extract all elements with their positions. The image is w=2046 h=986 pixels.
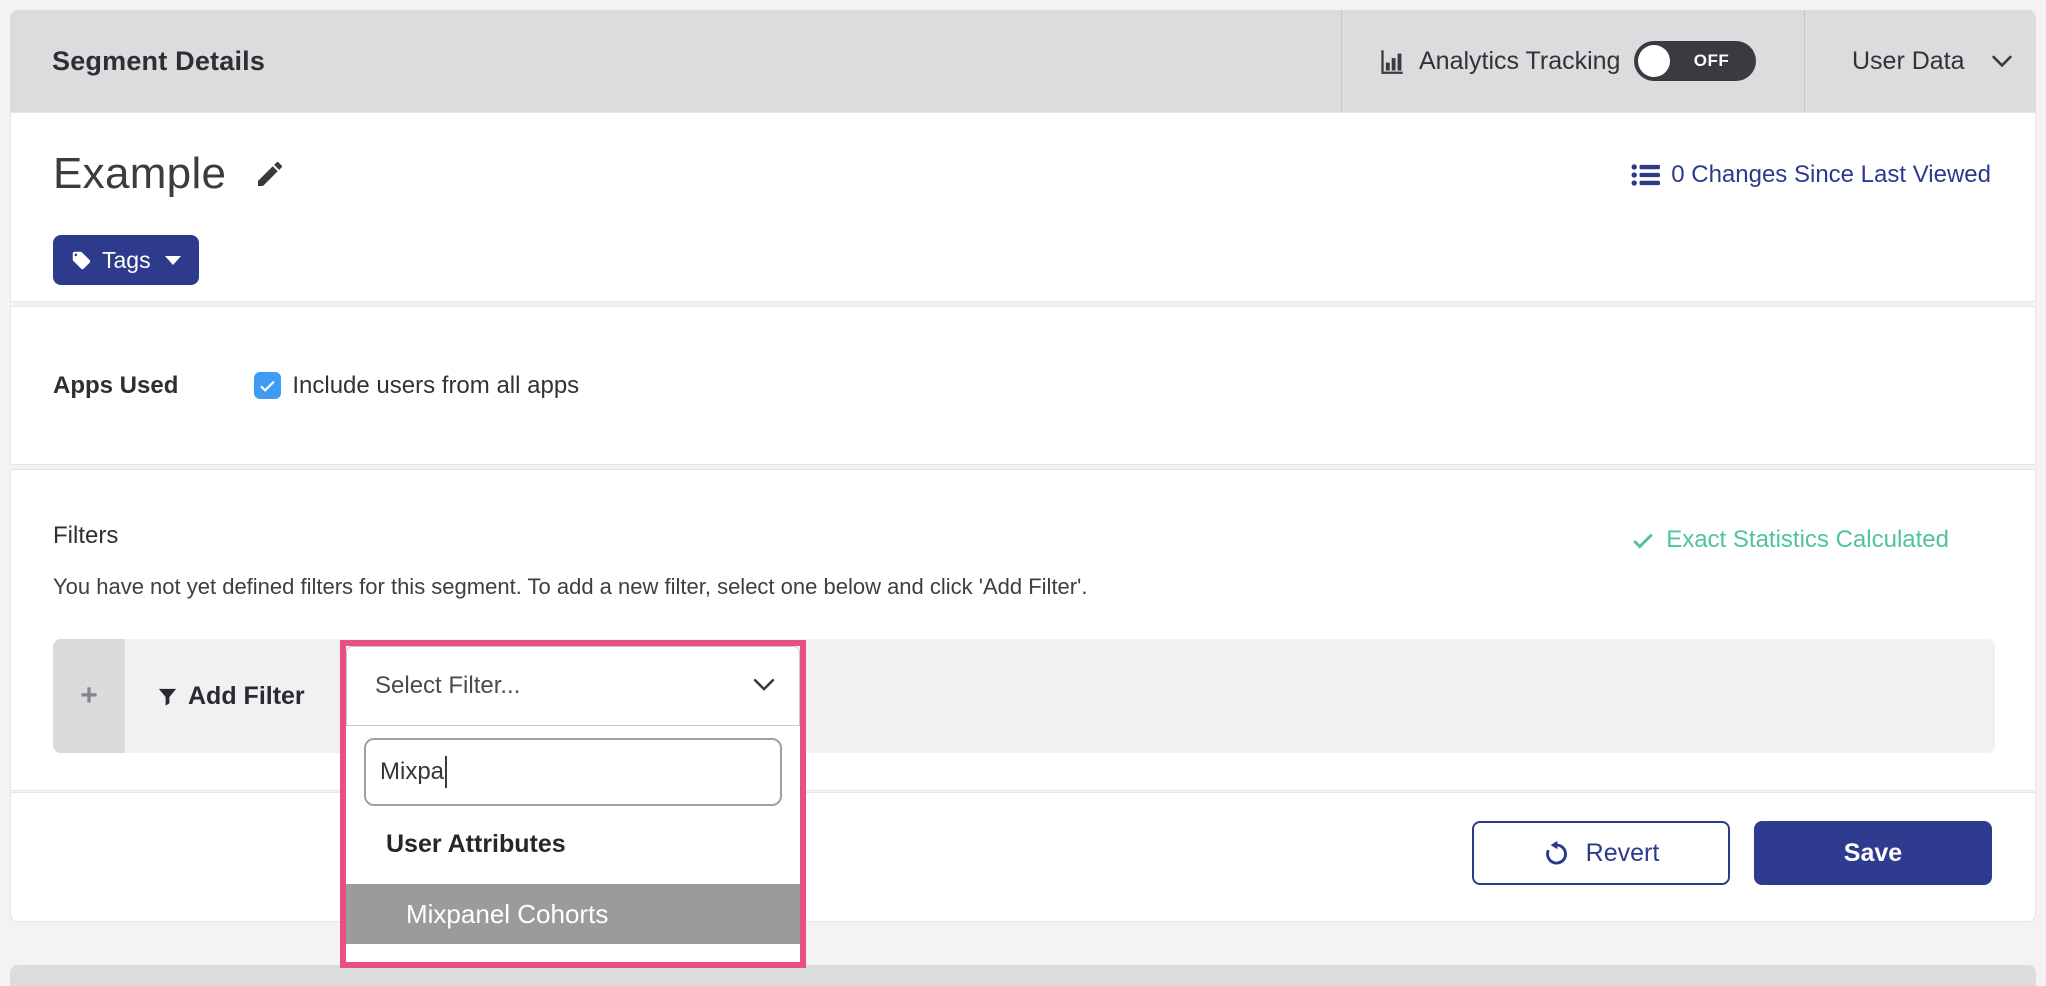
filters-section: Filters Exact Statistics Calculated You …	[10, 469, 2036, 791]
save-button[interactable]: Save	[1754, 821, 1992, 885]
edit-pencil-icon[interactable]	[254, 158, 286, 190]
dropdown-option-mixpanel-cohorts[interactable]: Mixpanel Cohorts	[346, 884, 800, 944]
text-cursor	[445, 756, 447, 788]
analytics-tracking-group: Analytics Tracking OFF	[1378, 10, 1756, 112]
chevron-down-icon	[1991, 55, 2013, 68]
plus-icon: +	[80, 679, 98, 713]
tags-button[interactable]: Tags	[53, 235, 199, 285]
filters-heading: Filters	[53, 522, 118, 550]
undo-icon	[1543, 840, 1570, 867]
exact-statistics-status: Exact Statistics Calculated	[1630, 526, 1949, 554]
changes-link-label: 0 Changes Since Last Viewed	[1671, 161, 1991, 189]
title-section: Example Tags	[10, 112, 2036, 302]
apps-used-label: Apps Used	[53, 372, 178, 400]
user-data-menu[interactable]: User Data	[1852, 10, 2013, 112]
filter-select-control[interactable]: Select Filter...	[346, 646, 800, 726]
analytics-tracking-label: Analytics Tracking	[1419, 47, 1620, 76]
filter-search-value: Mixpa	[380, 758, 444, 786]
apps-used-row: Apps Used Include users from all apps	[53, 307, 579, 464]
toggle-knob	[1638, 45, 1670, 77]
caret-down-icon	[165, 256, 181, 265]
header-divider	[1804, 10, 1805, 112]
user-data-label: User Data	[1852, 47, 1965, 76]
add-filter-group: Add Filter	[156, 639, 305, 753]
apps-used-section: Apps Used Include users from all apps	[10, 306, 2036, 465]
funnel-icon	[156, 685, 179, 708]
segment-name-row: Example	[53, 149, 286, 199]
segment-details-page: Segment Details Analytics Tracking OFF U…	[0, 0, 2046, 986]
page-title: Segment Details	[52, 10, 265, 112]
tag-icon	[71, 250, 92, 271]
revert-button[interactable]: Revert	[1472, 821, 1730, 885]
change-list-icon	[1631, 162, 1661, 188]
toggle-state-label: OFF	[1670, 51, 1752, 71]
filter-search-input[interactable]: Mixpa	[364, 738, 782, 806]
header-bar: Segment Details Analytics Tracking OFF U…	[10, 10, 2036, 112]
changes-since-last-viewed-link[interactable]: 0 Changes Since Last Viewed	[1631, 161, 1991, 189]
filters-description: You have not yet defined filters for thi…	[53, 574, 1087, 600]
revert-button-label: Revert	[1586, 839, 1660, 868]
include-all-apps-label: Include users from all apps	[292, 372, 579, 400]
analytics-tracking-toggle[interactable]: OFF	[1634, 41, 1756, 81]
add-filter-label: Add Filter	[188, 682, 305, 711]
chevron-down-icon	[753, 678, 775, 692]
include-all-apps-checkbox[interactable]	[254, 372, 281, 399]
filter-select-highlight-box: Select Filter... Mixpa User Attributes M…	[340, 640, 806, 968]
tags-button-label: Tags	[102, 247, 151, 274]
filter-select-placeholder: Select Filter...	[375, 647, 520, 725]
header-divider	[1341, 10, 1342, 112]
exact-statistics-label: Exact Statistics Calculated	[1666, 526, 1949, 554]
dropdown-group-user-attributes: User Attributes	[386, 830, 566, 859]
next-section-header-strip	[10, 965, 2036, 986]
save-button-label: Save	[1844, 839, 1902, 868]
bar-chart-icon	[1378, 48, 1405, 75]
segment-name: Example	[53, 149, 226, 199]
check-icon	[1630, 527, 1656, 553]
plus-button[interactable]: +	[53, 639, 125, 753]
footer-section: Revert Save	[10, 792, 2036, 922]
